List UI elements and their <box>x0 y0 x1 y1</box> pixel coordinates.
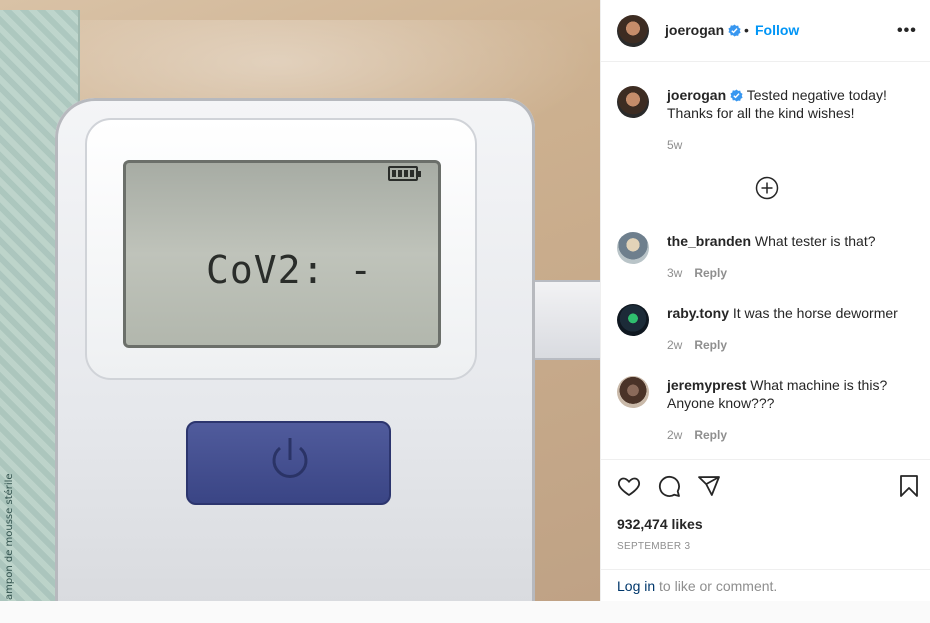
avatar[interactable] <box>617 304 649 336</box>
likes-count[interactable]: 932,474 likes <box>617 516 703 532</box>
avatar[interactable] <box>617 15 649 47</box>
header-username-text[interactable]: joerogan <box>665 22 724 38</box>
comment-meta: 3w Reply <box>667 266 727 280</box>
post-date[interactable]: SEPTEMBER 3 <box>617 541 690 552</box>
post-header: joerogan • Follow ••• <box>601 0 930 62</box>
caption-time[interactable]: 5w <box>667 138 682 152</box>
avatar[interactable] <box>617 86 649 118</box>
comment-time[interactable]: 2w <box>667 428 682 442</box>
heart-icon[interactable] <box>617 474 641 498</box>
verified-icon <box>728 24 741 37</box>
reply-button[interactable]: Reply <box>694 266 727 280</box>
comment-username[interactable]: the_branden <box>667 233 751 249</box>
post-side-panel: joerogan • Follow ••• joerogan Tested ne… <box>600 0 930 601</box>
post-photo[interactable]: ampon de mousse stérile CoV2: - <box>0 0 600 601</box>
reply-button[interactable]: Reply <box>694 428 727 442</box>
comment-meta: 2w Reply <box>667 338 727 352</box>
share-icon[interactable] <box>697 474 721 498</box>
post-actions: 932,474 likes SEPTEMBER 3 <box>601 459 930 569</box>
follow-button[interactable]: Follow <box>755 22 799 38</box>
battery-icon <box>388 166 421 181</box>
reply-button[interactable]: Reply <box>694 338 727 352</box>
comment-meta: 2w Reply <box>667 428 727 442</box>
login-link[interactable]: Log in <box>617 578 655 594</box>
comment-username[interactable]: jeremyprest <box>667 377 746 393</box>
comment: the_branden What tester is that? <box>667 232 917 250</box>
more-options-button[interactable]: ••• <box>897 22 917 40</box>
comment-time[interactable]: 2w <box>667 338 682 352</box>
comment-time[interactable]: 3w <box>667 266 682 280</box>
avatar[interactable] <box>617 232 649 264</box>
login-prompt-text: to like or comment. <box>655 578 778 594</box>
comments-section[interactable]: joerogan Tested negative today! Thanks f… <box>601 62 930 459</box>
power-icon <box>272 438 308 478</box>
comment-icon[interactable] <box>657 474 681 498</box>
login-prompt: Log in to like or comment. <box>601 569 930 601</box>
comment: raby.tony It was the horse dewormer <box>667 304 917 322</box>
comment: jeremyprest What machine is this? Anyone… <box>667 376 907 412</box>
header-username[interactable]: joerogan <box>665 22 741 38</box>
comment-text: It was the horse dewormer <box>732 305 898 321</box>
comment-username[interactable]: raby.tony <box>667 305 729 321</box>
caption: joerogan Tested negative today! Thanks f… <box>667 86 917 122</box>
verified-icon <box>730 89 743 102</box>
comment-text: What tester is that? <box>754 233 876 249</box>
swab-wrapper-text: ampon de mousse stérile <box>4 473 15 600</box>
avatar[interactable] <box>617 376 649 408</box>
caption-username[interactable]: joerogan <box>667 87 726 103</box>
bookmark-icon[interactable] <box>897 474 921 498</box>
instagram-post: ampon de mousse stérile CoV2: - joerogan… <box>0 0 930 601</box>
plus-circle-icon[interactable] <box>755 176 779 200</box>
lcd-result-text: CoV2: - <box>206 248 374 292</box>
header-separator: • <box>744 22 749 38</box>
